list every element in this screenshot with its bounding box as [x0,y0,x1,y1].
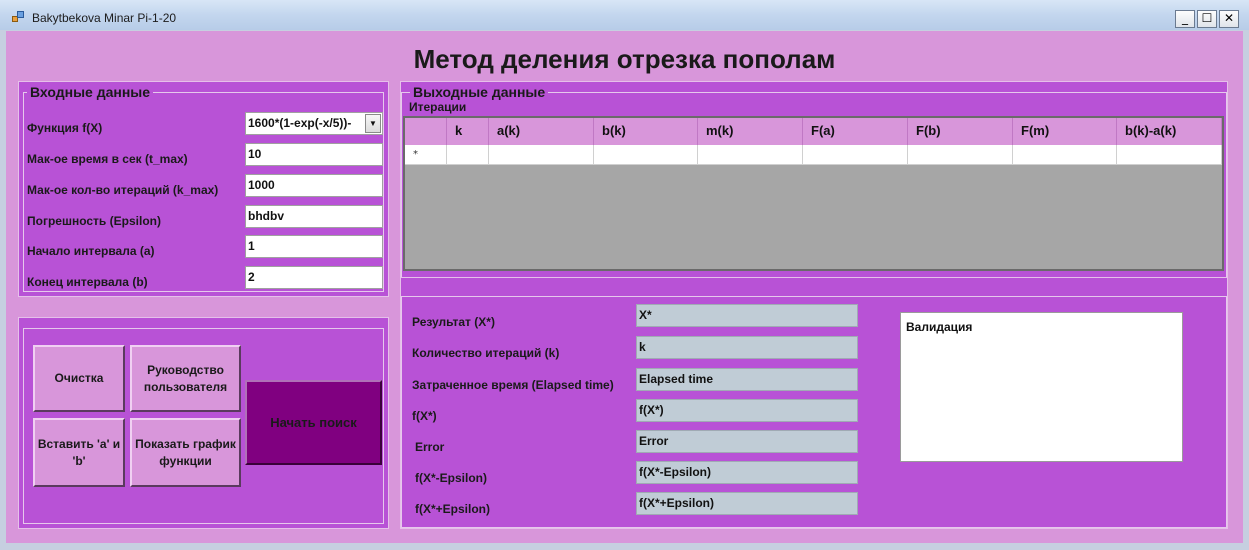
result-output[interactable]: X* [636,304,858,327]
kmax-label: Мак-ое кол-во итераций (k_max) [27,183,219,197]
epsilon-label: Погрешность (Epsilon) [27,214,161,228]
tmax-label: Мак-ое время в сек (t_max) [27,152,188,166]
a-label: Начало интервала (a) [27,244,155,258]
iterations-table[interactable]: k a(k) b(k) m(k) F(a) F(b) F(m) b(k)-a(k… [403,116,1224,271]
b-input[interactable]: 2 [245,266,383,289]
table-cell[interactable] [803,145,908,165]
iterations-count-output[interactable]: k [636,336,858,359]
iterations-count-label: Количество итераций (k) [412,346,560,360]
table-cell[interactable] [1013,145,1117,165]
insert-ab-button[interactable]: Вставить 'a' и 'b' [33,418,125,487]
app-icon [12,11,24,23]
title-bar[interactable]: Bakytbekova Minar Pi-1-20 _ ☐ ✕ [0,0,1249,30]
error-output[interactable]: Error [636,430,858,453]
table-cell[interactable] [447,145,489,165]
close-button[interactable]: ✕ [1219,10,1239,28]
elapsed-time-label: Затраченное время (Elapsed time) [412,378,614,392]
kmax-input[interactable]: 1000 [245,174,383,197]
new-row-marker[interactable]: * [405,145,447,165]
show-graph-button[interactable]: Показать график функции [130,418,241,487]
maximize-button[interactable]: ☐ [1197,10,1217,28]
table-cell[interactable] [489,145,594,165]
table-cell[interactable] [698,145,803,165]
input-group-title: Входные данные [27,84,154,100]
iterations-label: Итерации [409,100,467,114]
fx-output[interactable]: f(X*) [636,399,858,422]
error-label: Error [415,440,445,454]
page-title: Метод деления отрезка пополам [413,44,836,74]
epsilon-input[interactable]: bhdbv [245,205,383,228]
minimize-button[interactable]: _ [1175,10,1195,28]
result-label: Результат (X*) [412,315,495,329]
function-combobox[interactable]: 1600*(1-exp(-x/5))- ▼ [245,112,383,135]
function-value: 1600*(1-exp(-x/5))- [248,116,352,130]
fx-label: f(X*) [412,409,437,423]
function-label: Функция f(X) [27,121,103,135]
column-header[interactable]: F(a) [803,118,908,145]
validation-label: Валидация [906,320,973,334]
f-minus-epsilon-output[interactable]: f(X*-Epsilon) [636,461,858,484]
f-plus-epsilon-output[interactable]: f(X*+Epsilon) [636,492,858,515]
column-header[interactable]: F(m) [1013,118,1117,145]
table-cell[interactable] [1117,145,1222,165]
table-cell[interactable] [594,145,698,165]
app-window: Bakytbekova Minar Pi-1-20 _ ☐ ✕ Метод де… [0,0,1249,550]
tmax-input[interactable]: 10 [245,143,383,166]
column-header[interactable]: a(k) [489,118,594,145]
f-plus-epsilon-label: f(X*+Epsilon) [415,502,491,516]
column-header[interactable]: m(k) [698,118,803,145]
column-header[interactable]: F(b) [908,118,1013,145]
elapsed-time-output[interactable]: Elapsed time [636,368,858,391]
window-title: Bakytbekova Minar Pi-1-20 [32,11,177,25]
b-label: Конец интервала (b) [27,275,148,289]
output-group-title: Выходные данные [410,84,549,100]
table-cell[interactable] [908,145,1013,165]
column-header[interactable]: b(k) [594,118,698,145]
a-input[interactable]: 1 [245,235,383,258]
f-minus-epsilon-label: f(X*-Epsilon) [415,471,487,485]
column-header[interactable]: k [447,118,489,145]
validation-box[interactable]: Валидация [900,312,1183,462]
column-header[interactable]: b(k)-a(k) [1117,118,1222,145]
start-search-button[interactable]: Начать поиск [245,380,382,465]
user-guide-button[interactable]: Руководство пользователя [130,345,241,412]
row-header-corner [405,118,447,145]
clear-button[interactable]: Очистка [33,345,125,412]
chevron-down-icon[interactable]: ▼ [365,114,381,133]
